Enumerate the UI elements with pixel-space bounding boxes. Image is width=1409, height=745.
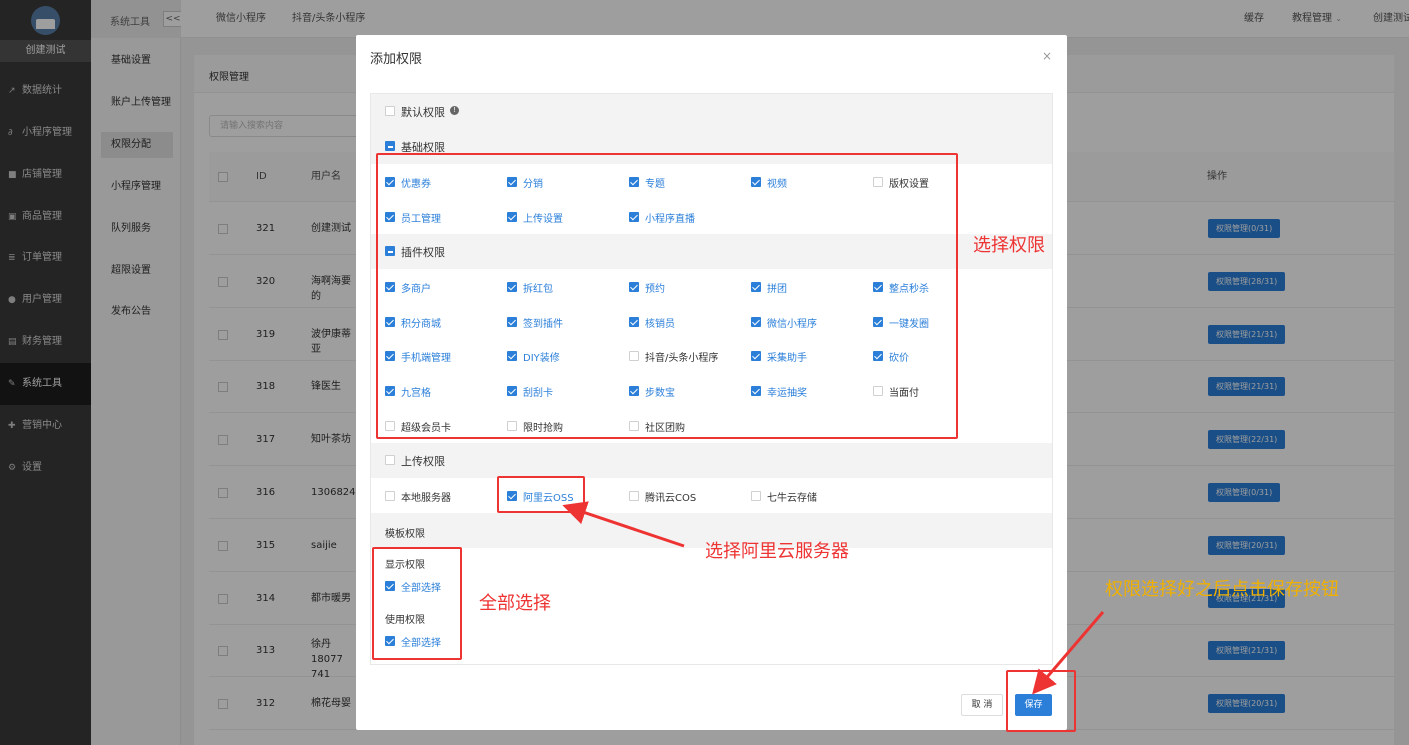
- arrow-to-save: [1032, 611, 1105, 695]
- annotation-arrows: [562, 501, 1105, 695]
- arrow-to-aliyun: [562, 501, 685, 548]
